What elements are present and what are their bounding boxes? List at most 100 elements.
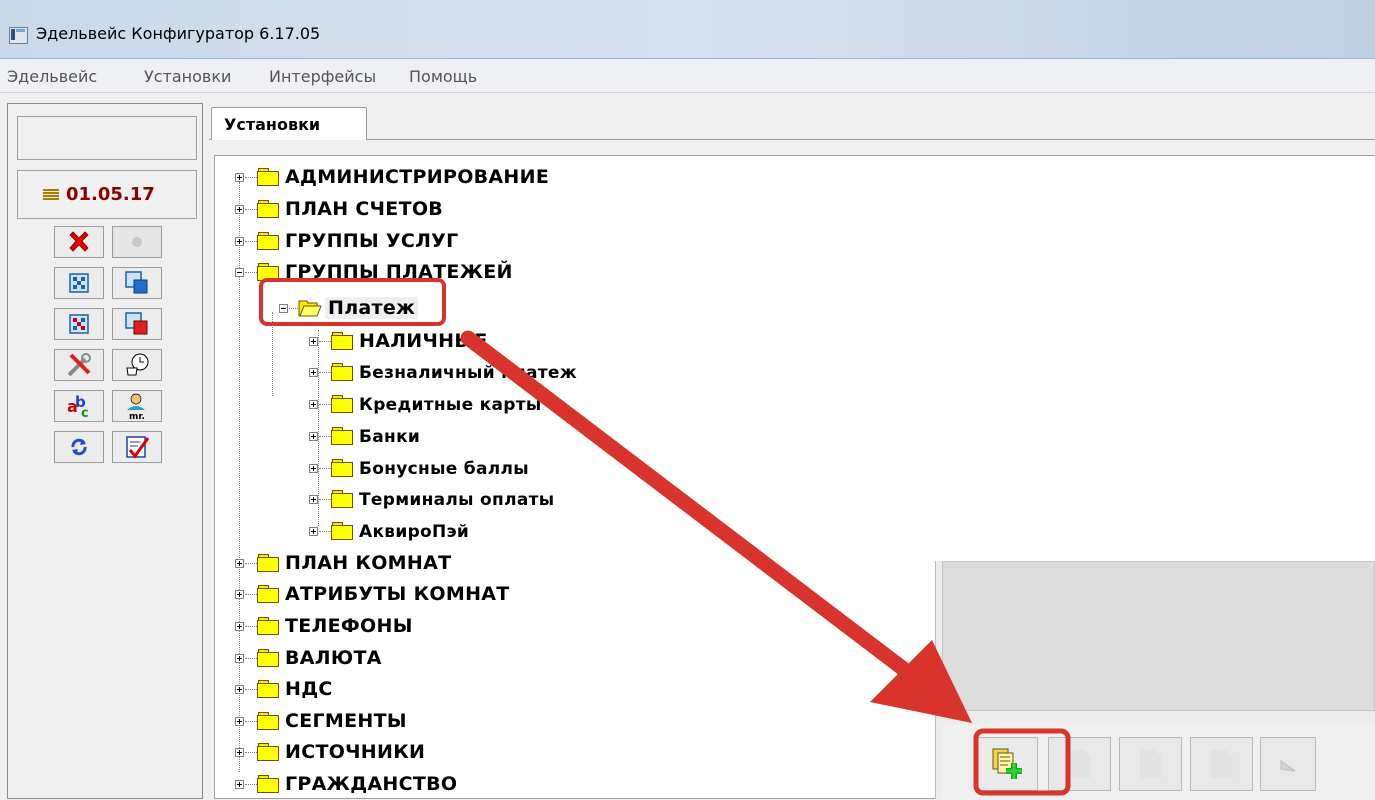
tree-node-label: Безналичный платеж	[359, 363, 577, 383]
document-icon	[1068, 750, 1091, 778]
expand-icon[interactable]	[309, 368, 318, 377]
tree-node-label: Кредитные карты	[359, 395, 542, 415]
tab-settings[interactable]: Установки	[211, 107, 367, 141]
menu-interfaces[interactable]: Интерфейсы	[269, 67, 376, 86]
record-dot-icon	[132, 237, 142, 247]
tree-node-label: СЕГМЕНТЫ	[285, 710, 407, 732]
document-button[interactable]	[1048, 737, 1111, 791]
tree-node-label: АТРИБУТЫ КОМНАТ	[285, 583, 510, 605]
svg-text:mr.: mr.	[129, 412, 145, 420]
tools-wrench-icon	[67, 353, 91, 377]
expand-icon[interactable]	[235, 780, 244, 789]
expand-icon[interactable]	[235, 237, 244, 246]
folder-icon	[257, 200, 279, 218]
tree-connector	[318, 330, 319, 526]
folder-icon	[257, 712, 279, 730]
expand-icon[interactable]	[309, 495, 318, 504]
expand-icon[interactable]	[235, 173, 244, 182]
menu-edelweiss[interactable]: Эдельвейс	[7, 67, 97, 86]
record-toolbar	[942, 725, 1375, 799]
add-record-icon	[992, 748, 1022, 779]
expand-icon[interactable]	[309, 400, 318, 409]
expand-icon[interactable]	[235, 205, 244, 214]
menu-settings[interactable]: Установки	[144, 67, 231, 86]
undo-icon	[1280, 760, 1296, 772]
expand-icon[interactable]	[235, 654, 244, 663]
folder-icon	[257, 775, 279, 793]
folder-icon	[257, 743, 279, 761]
tree-connector	[272, 312, 273, 396]
spelling-button[interactable]: abc	[54, 390, 104, 422]
title-bar: Эдельвейс Конфигуратор 6.17.05	[0, 0, 1375, 59]
folder-icon	[257, 263, 279, 281]
user-tax-icon: mr.	[127, 393, 145, 420]
folder-icon	[257, 168, 279, 186]
grid-cube-blue-icon	[125, 271, 148, 294]
expand-icon[interactable]	[235, 748, 244, 757]
tree-node-label: Бонусные баллы	[359, 459, 529, 479]
app-icon[interactable]	[9, 27, 28, 44]
expand-icon[interactable]	[235, 717, 244, 726]
expand-icon[interactable]	[235, 685, 244, 694]
folder-icon	[257, 617, 279, 635]
folder-icon	[257, 585, 279, 603]
date-box[interactable]: 01.05.17	[17, 170, 197, 219]
folder-icon	[257, 649, 279, 667]
expand-icon[interactable]	[309, 527, 318, 536]
table-view-red-button[interactable]	[54, 308, 104, 340]
window-title: Эдельвейс Конфигуратор 6.17.05	[36, 24, 321, 43]
abc-spell-icon: abc	[67, 393, 89, 420]
delete-document-button[interactable]	[1190, 737, 1253, 791]
expand-icon[interactable]	[235, 622, 244, 631]
tree-node-label: АквироПэй	[359, 522, 470, 542]
undo-button[interactable]	[1260, 737, 1316, 791]
refresh-button[interactable]	[54, 431, 104, 463]
tree-node-label: АДМИНИСТРИРОВАНИЕ	[285, 166, 550, 188]
delete-document-icon	[1210, 750, 1233, 778]
record-button[interactable]	[112, 226, 162, 258]
expand-icon[interactable]	[235, 590, 244, 599]
break-time-button[interactable]	[112, 349, 162, 381]
tab-strip: Установки	[209, 103, 1375, 141]
tree-node-label: ГРУППЫ УСЛУГ	[285, 230, 459, 252]
tools-button[interactable]	[54, 349, 104, 381]
grid-cube-red-icon	[125, 312, 148, 335]
tree-node-label: НДС	[285, 678, 333, 700]
refresh-arrows-icon	[71, 438, 87, 456]
add-record-button[interactable]	[975, 737, 1038, 791]
expand-icon[interactable]	[235, 559, 244, 568]
menu-help[interactable]: Помощь	[409, 67, 477, 86]
checklist-icon	[126, 436, 150, 459]
tree-node-label: ВАЛЮТА	[285, 647, 382, 669]
delete-button[interactable]	[54, 226, 104, 258]
collapse-icon[interactable]	[279, 304, 288, 313]
tree-node-label: НАЛИЧНЫЕ	[359, 330, 488, 352]
folder-icon	[331, 395, 353, 413]
expand-icon[interactable]	[309, 432, 318, 441]
table-view-button[interactable]	[54, 267, 104, 299]
tree-node-label: Платеж	[325, 297, 419, 319]
folder-icon	[331, 459, 353, 477]
table-cube-red-button[interactable]	[112, 308, 162, 340]
grid-table-red-icon	[69, 314, 89, 334]
tree-node-label: Банки	[359, 427, 421, 447]
folder-icon	[331, 490, 353, 508]
user-tax-button[interactable]: mr.	[112, 390, 162, 422]
table-cube-button[interactable]	[112, 267, 162, 299]
expand-icon[interactable]	[309, 464, 318, 473]
blank-info-box	[17, 116, 197, 160]
checklist-button[interactable]	[112, 431, 162, 463]
collapse-icon[interactable]	[235, 268, 244, 277]
current-date: 01.05.17	[66, 184, 155, 205]
tab-settings-label: Установки	[224, 115, 321, 134]
expand-icon[interactable]	[309, 337, 318, 346]
folder-icon	[331, 363, 353, 381]
edit-document-button[interactable]	[1119, 737, 1182, 791]
tree-node-label: ТЕЛЕФОНЫ	[285, 615, 413, 637]
open-folder-icon	[298, 300, 322, 317]
tree-node-label: Терминалы оплаты	[359, 490, 555, 510]
coffee-clock-icon	[126, 353, 149, 376]
svg-text:c: c	[81, 406, 89, 420]
tree-node-label: ПЛАН СЧЕТОВ	[285, 198, 444, 220]
edit-document-icon	[1139, 750, 1162, 778]
